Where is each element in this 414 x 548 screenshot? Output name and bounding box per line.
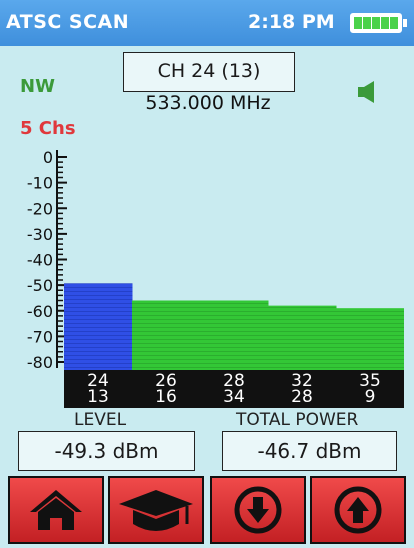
y-tick-label: 0 (43, 148, 53, 167)
level-title: LEVEL (74, 410, 127, 430)
channel-up-button[interactable] (310, 476, 406, 544)
channel-bar (336, 308, 404, 370)
channel-axis-label: 32 28 (280, 373, 324, 407)
virtual-channel-label: 28 (291, 387, 313, 407)
channel-axis-label: 24 13 (76, 373, 120, 407)
virtual-channel-label: 9 (364, 387, 376, 407)
virtual-channel-label: 34 (223, 387, 245, 407)
channel-axis: 24 13 26 16 28 34 32 28 35 9 (64, 370, 404, 408)
level-readout: -49.3 dBm (18, 431, 195, 471)
y-tick-label: -80 (27, 353, 53, 372)
y-tick-label: -70 (27, 327, 53, 346)
channel-bar (268, 305, 337, 370)
channel-axis-label: 26 16 (144, 373, 188, 407)
y-tick-label: -10 (27, 174, 53, 193)
virtual-channel-label: 16 (155, 387, 177, 407)
home-icon (30, 490, 82, 530)
channel-bar (132, 300, 201, 370)
level-chart: 0 -10 -20 -30 -40 -50 -60 -70 -80 (27, 148, 404, 372)
arrow-up-circle-icon (334, 486, 382, 534)
channel-bar (200, 300, 269, 370)
y-tick-label: -40 (27, 251, 53, 270)
home-button[interactable] (8, 476, 104, 544)
channel-down-button[interactable] (210, 476, 306, 544)
graduation-cap-icon (119, 490, 193, 531)
arrow-down-circle-icon (234, 486, 282, 534)
virtual-channel-label: 13 (87, 387, 109, 407)
y-tick-label: -30 (27, 225, 53, 244)
screen: ATSC SCAN 2:18 PM CH 24 (13) 533.000 MHz… (0, 0, 414, 548)
total-power-title: TOTAL POWER (236, 410, 359, 430)
learn-button[interactable] (108, 476, 204, 544)
y-tick-label: -50 (27, 276, 53, 295)
y-tick-label: -60 (27, 302, 53, 321)
channel-bar-selected (64, 283, 133, 370)
y-tick-label: -20 (27, 199, 53, 218)
channel-axis-label: 28 34 (212, 373, 256, 407)
channel-axis-label: 35 9 (348, 373, 392, 407)
total-power-readout: -46.7 dBm (222, 431, 397, 471)
